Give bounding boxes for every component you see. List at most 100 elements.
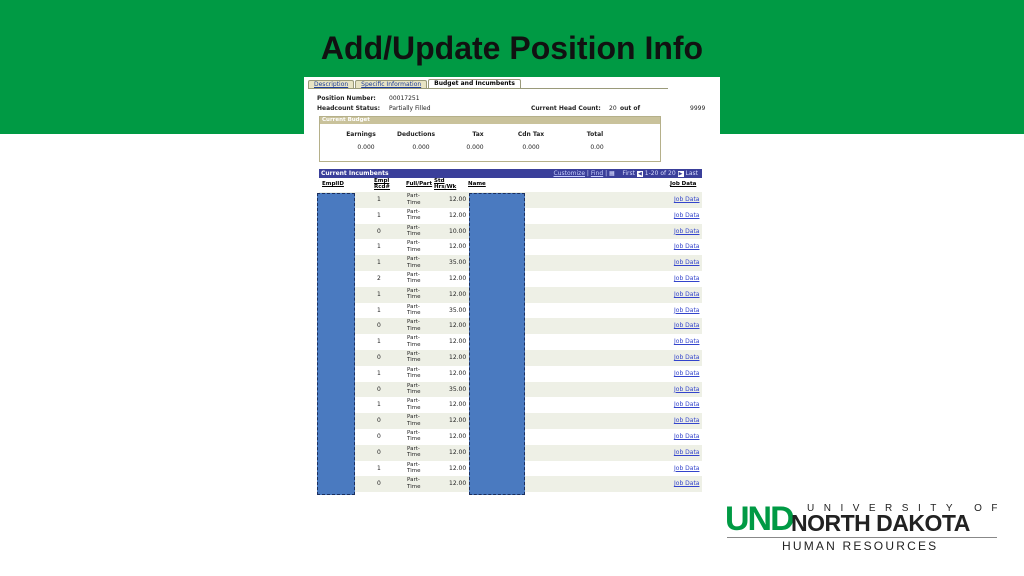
job-data-link[interactable]: Job Data (674, 334, 699, 350)
empl-rcd-cell: 1 (377, 259, 381, 267)
grid-controls: Customize | Find | ▦ First ◀ 1-20 of 20 … (553, 170, 699, 177)
col-name[interactable]: Name (468, 181, 486, 187)
empl-rcd-cell: 1 (377, 464, 381, 472)
col-emplid[interactable]: EmplID (322, 181, 344, 187)
budget-deductions-value: 0.000 (412, 144, 430, 151)
full-part-cell: Part-Time (407, 271, 421, 285)
budget-tax-value: 0.000 (466, 144, 484, 151)
empl-rcd-cell: 0 (377, 432, 381, 440)
col-empl-rcd[interactable]: Empl Rcd# (374, 178, 394, 190)
peoplesoft-screenshot: Description Specific Information Budget … (304, 77, 720, 495)
emplid-redaction (317, 193, 355, 495)
budget-cdn-tax-value: 0.000 (522, 144, 540, 151)
budget-earnings-label: Earnings (346, 131, 376, 138)
job-data-link[interactable]: Job Data (674, 303, 699, 319)
name-redaction (469, 193, 525, 495)
job-data-link[interactable]: Job Data (674, 287, 699, 303)
job-data-link[interactable]: Job Data (674, 271, 699, 287)
std-hrs-cell: 12.00 (449, 464, 467, 472)
full-part-cell: Part-Time (407, 366, 421, 380)
empl-rcd-cell: 1 (377, 243, 381, 251)
job-data-link[interactable]: Job Data (674, 318, 699, 334)
incumbents-header-bar: Current Incumbents Customize | Find | ▦ … (319, 169, 702, 178)
job-data-link[interactable]: Job Data (674, 461, 699, 477)
empl-rcd-cell: 1 (377, 306, 381, 314)
empl-rcd-cell: 0 (377, 385, 381, 393)
max-head-count-value: 9999 (690, 105, 706, 112)
empl-rcd-cell: 1 (377, 211, 381, 219)
last-label[interactable]: Last (686, 170, 699, 177)
customize-link[interactable]: Customize (554, 170, 586, 177)
headcount-status-label: Headcount Status: (317, 105, 380, 112)
job-data-link[interactable]: Job Data (674, 445, 699, 461)
std-hrs-cell: 12.00 (449, 243, 467, 251)
full-part-cell: Part-Time (407, 445, 421, 459)
job-data-link[interactable]: Job Data (674, 239, 699, 255)
full-part-cell: Part-Time (407, 303, 421, 317)
full-part-cell: Part-Time (407, 208, 421, 222)
std-hrs-cell: 12.00 (449, 417, 467, 425)
std-hrs-cell: 12.00 (449, 401, 467, 409)
std-hrs-cell: 12.00 (449, 338, 467, 346)
full-part-cell: Part-Time (407, 287, 421, 301)
full-part-cell: Part-Time (407, 319, 421, 332)
budget-deductions-label: Deductions (396, 131, 436, 138)
prev-arrow-icon[interactable]: ◀ (636, 170, 643, 177)
job-data-link[interactable]: Job Data (674, 382, 699, 398)
headcount-status-value: Partially Filled (389, 105, 431, 112)
col-job-data: Job Data (670, 181, 697, 187)
empl-rcd-cell: 0 (377, 448, 381, 456)
position-number-value: 00017251 (389, 95, 420, 102)
empl-rcd-cell: 1 (377, 338, 381, 346)
col-std-hrs[interactable]: Std Hrs/Wk (434, 178, 456, 190)
std-hrs-cell: 12.00 (449, 432, 467, 440)
std-hrs-cell: 35.00 (449, 306, 467, 314)
budget-cdn-tax-label: Cdn Tax (517, 131, 545, 138)
empl-rcd-cell: 0 (377, 353, 381, 361)
empl-rcd-cell: 0 (377, 322, 381, 330)
tab-divider (308, 88, 668, 89)
job-data-link[interactable]: Job Data (674, 224, 699, 240)
current-budget-box: Current Budget Earnings Deductions Tax C… (319, 116, 661, 162)
std-hrs-cell: 12.00 (449, 322, 467, 330)
std-hrs-cell: 12.00 (449, 480, 467, 488)
job-data-link[interactable]: Job Data (674, 255, 699, 271)
budget-tax-label: Tax (472, 131, 484, 138)
logo-human-resources: HUMAN RESOURCES (782, 539, 938, 553)
row-range: 1-20 of 20 (644, 170, 676, 177)
und-logo: UND UNIVERSITY OF NORTH DAKOTA HUMAN RES… (725, 498, 998, 554)
empl-rcd-cell: 1 (377, 401, 381, 409)
empl-rcd-cell: 1 (377, 290, 381, 298)
full-part-cell: Part-Time (407, 414, 421, 427)
job-data-link[interactable]: Job Data (674, 476, 699, 492)
budget-total-value: 0.00 (590, 144, 604, 151)
empl-rcd-cell: 0 (377, 480, 381, 488)
logo-und: UND (725, 500, 794, 538)
current-head-count-label: Current Head Count: (531, 105, 601, 112)
job-data-link[interactable]: Job Data (674, 350, 699, 366)
find-link[interactable]: Find (591, 170, 603, 177)
job-data-link[interactable]: Job Data (674, 192, 699, 208)
job-data-link[interactable]: Job Data (674, 397, 699, 413)
std-hrs-cell: 12.00 (449, 196, 467, 203)
std-hrs-cell: 12.00 (449, 211, 467, 219)
job-data-link[interactable]: Job Data (674, 413, 699, 429)
std-hrs-cell: 12.00 (449, 369, 467, 377)
full-part-cell: Part-Time (407, 335, 421, 348)
view-all-icon[interactable]: ▦ (609, 170, 615, 177)
std-hrs-cell: 12.00 (449, 274, 467, 282)
full-part-cell: Part-Time (407, 382, 421, 396)
std-hrs-cell: 12.00 (449, 448, 467, 456)
col-full-part[interactable]: Full/Part (406, 181, 432, 187)
job-data-link[interactable]: Job Data (674, 366, 699, 382)
full-part-cell: Part-Time (407, 350, 421, 364)
position-number-label: Position Number: (317, 95, 376, 102)
job-data-link[interactable]: Job Data (674, 208, 699, 224)
first-label[interactable]: First (622, 170, 635, 177)
empl-rcd-cell: 0 (377, 417, 381, 425)
empl-rcd-cell: 1 (377, 196, 381, 203)
job-data-link[interactable]: Job Data (674, 429, 699, 445)
current-head-count-value: 20 (609, 105, 617, 112)
full-part-cell: Part-Time (407, 477, 421, 490)
next-arrow-icon[interactable]: ▶ (677, 170, 684, 177)
